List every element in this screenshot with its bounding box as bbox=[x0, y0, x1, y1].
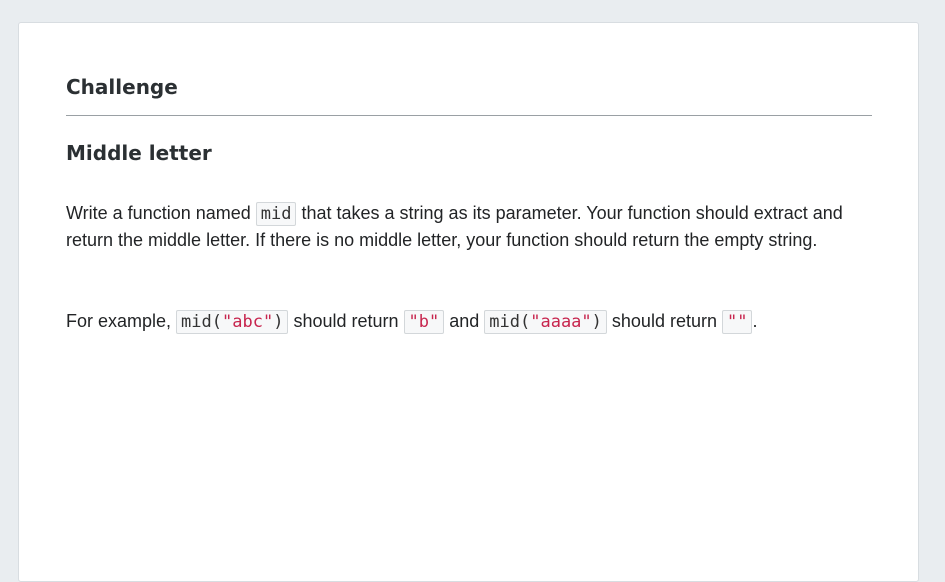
example-end: . bbox=[752, 311, 758, 331]
example-connector-3: should return bbox=[606, 311, 722, 331]
title-divider bbox=[66, 115, 872, 116]
call2-arg: "aaaa" bbox=[530, 312, 592, 332]
result2-value: "" bbox=[726, 312, 748, 332]
example-result-1: "b" bbox=[403, 310, 445, 334]
result1-value: "b" bbox=[408, 312, 440, 332]
example-call-2: mid("aaaa") bbox=[484, 310, 607, 334]
example-connector-1: should return bbox=[288, 311, 404, 331]
challenge-card: Challenge Middle letter Write a function… bbox=[18, 22, 919, 582]
example-intro: For example, bbox=[66, 311, 177, 331]
description-text-start: Write a function named bbox=[66, 203, 256, 223]
challenge-title: Middle letter bbox=[66, 141, 212, 165]
call2-prefix: mid( bbox=[489, 312, 531, 332]
example-connector-2: and bbox=[444, 311, 485, 331]
call1-suffix: ) bbox=[273, 312, 284, 332]
example-call-1: mid("abc") bbox=[176, 310, 289, 334]
example-result-2: "" bbox=[721, 310, 753, 334]
call1-arg: "abc" bbox=[222, 312, 274, 332]
example-paragraph: For example, mid("abc") should return "b… bbox=[66, 308, 866, 335]
call1-prefix: mid( bbox=[181, 312, 222, 332]
page-title: Challenge bbox=[66, 75, 178, 99]
challenge-description: Write a function named mid that takes a … bbox=[66, 200, 866, 253]
function-name-code: mid bbox=[255, 202, 297, 226]
call2-suffix: ) bbox=[591, 312, 602, 332]
